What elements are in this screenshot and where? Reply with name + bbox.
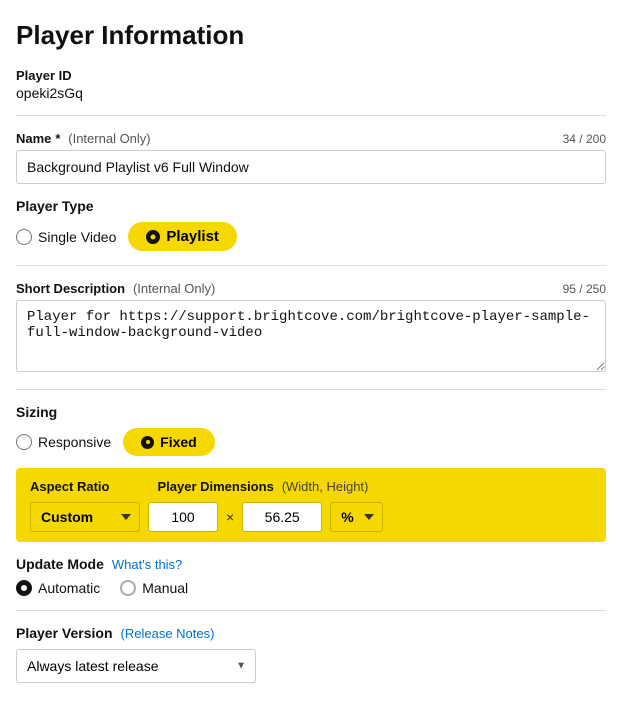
sizing-group: Sizing Responsive Fixed Aspect Ratio Pla… — [16, 404, 606, 542]
radio-single-video-input[interactable] — [16, 229, 32, 245]
aspect-ratio-select[interactable]: Custom 16:9 4:3 1:1 — [30, 502, 140, 532]
radio-manual[interactable]: Manual — [120, 580, 188, 596]
divider-3 — [16, 389, 606, 390]
divider-1 — [16, 115, 606, 116]
dimensions-inputs-row: Custom 16:9 4:3 1:1 × % px — [30, 502, 592, 532]
sizing-label: Sizing — [16, 404, 606, 420]
radio-playlist-button[interactable]: Playlist — [128, 222, 237, 251]
aspect-ratio-header-label: Aspect Ratio — [30, 479, 109, 494]
radio-automatic[interactable]: Automatic — [16, 580, 100, 596]
player-id-value: opeki2sGq — [16, 85, 606, 101]
release-notes-close: ) — [210, 626, 214, 641]
dimensions-section: Aspect Ratio Player Dimensions (Width, H… — [16, 468, 606, 542]
radio-playlist-dot — [146, 230, 160, 244]
name-note: (Internal Only) — [68, 131, 150, 146]
sizing-options-row: Responsive Fixed — [16, 428, 606, 456]
dimension-separator: × — [226, 509, 234, 525]
player-version-header: Player Version (Release Notes) — [16, 625, 606, 641]
divider-4 — [16, 610, 606, 611]
radio-single-video-label: Single Video — [38, 229, 116, 245]
radio-playlist-label: Playlist — [166, 228, 219, 245]
radio-automatic-label: Automatic — [38, 580, 100, 596]
radio-responsive[interactable]: Responsive — [16, 434, 111, 450]
name-char-count: 34 / 200 — [563, 132, 606, 146]
player-version-section: Player Version (Release Notes) Always la… — [16, 625, 606, 683]
short-desc-note: (Internal Only) — [133, 281, 215, 296]
version-select-wrapper: Always latest release 6.x latest 5.x lat… — [16, 649, 256, 683]
radio-single-video[interactable]: Single Video — [16, 229, 116, 245]
page-title: Player Information — [16, 20, 606, 51]
update-mode-section: Update Mode What's this? Automatic Manua… — [16, 556, 606, 596]
height-input[interactable] — [242, 502, 322, 532]
radio-automatic-circle — [16, 580, 32, 596]
player-dimensions-header-label: Player Dimensions — [157, 479, 273, 494]
radio-fixed-label: Fixed — [160, 434, 197, 450]
player-dimensions-note: (Width, Height) — [282, 479, 369, 494]
player-type-label: Player Type — [16, 198, 606, 214]
unit-select[interactable]: % px — [330, 502, 383, 532]
radio-responsive-input[interactable] — [16, 434, 32, 450]
update-mode-options: Automatic Manual — [16, 580, 606, 596]
release-notes-label: Release Notes — [125, 626, 210, 641]
name-label: Name — [16, 131, 51, 146]
radio-manual-label: Manual — [142, 580, 188, 596]
radio-manual-circle — [120, 580, 136, 596]
player-type-group: Player Type Single Video Playlist — [16, 198, 606, 251]
short-description-group: Short Description (Internal Only) 95 / 2… — [16, 280, 606, 375]
radio-fixed-dot — [141, 436, 154, 449]
update-mode-label: Update Mode — [16, 556, 104, 572]
player-type-options: Single Video Playlist — [16, 222, 606, 251]
update-mode-header: Update Mode What's this? — [16, 556, 606, 572]
name-field-group: Name * (Internal Only) 34 / 200 — [16, 130, 606, 184]
name-input[interactable] — [16, 150, 606, 184]
short-desc-label: Short Description — [16, 281, 125, 296]
radio-fixed-button[interactable]: Fixed — [123, 428, 215, 456]
short-description-input[interactable]: Player for https://support.brightcove.co… — [16, 300, 606, 372]
short-desc-char-count: 95 / 250 — [563, 282, 606, 296]
divider-2 — [16, 265, 606, 266]
dimensions-header: Aspect Ratio Player Dimensions (Width, H… — [30, 478, 592, 494]
player-id-label: Player ID — [16, 68, 72, 83]
player-version-select[interactable]: Always latest release 6.x latest 5.x lat… — [16, 649, 256, 683]
width-input[interactable] — [148, 502, 218, 532]
player-id-group: Player ID opeki2sGq — [16, 67, 606, 101]
player-version-label: Player Version — [16, 625, 113, 641]
radio-responsive-label: Responsive — [38, 434, 111, 450]
whats-this-link[interactable]: What's this? — [112, 557, 182, 572]
release-notes-link[interactable]: (Release Notes) — [121, 626, 215, 641]
